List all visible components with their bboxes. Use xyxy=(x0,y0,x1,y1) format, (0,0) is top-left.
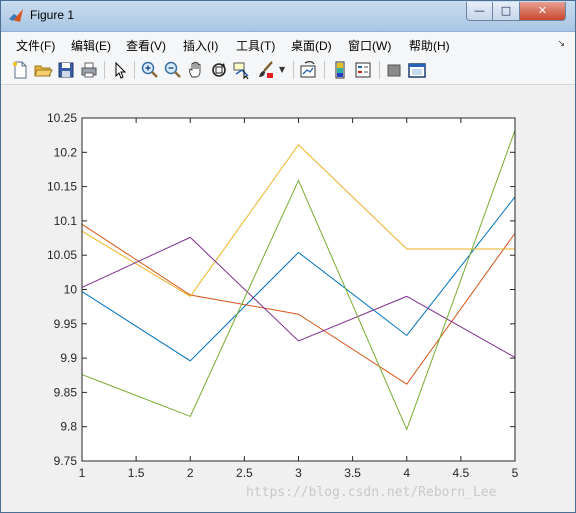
minimize-button[interactable]: — xyxy=(466,2,493,21)
open-file-icon[interactable] xyxy=(33,60,53,80)
y-tick-label: 10.05 xyxy=(47,248,77,262)
line-chart: 1 1.5 2 2.5 3 3.5 4 4.5 5 9.75 9.8 9.85 9.9 9.95 10 10.… xyxy=(47,111,519,480)
x-tick-label: 2 xyxy=(187,466,194,480)
y-tick-label: 9.75 xyxy=(54,454,78,468)
x-tick-label: 4.5 xyxy=(453,466,470,480)
toolbar: ▼ xyxy=(1,56,575,85)
y-tick-label: 10 xyxy=(64,283,78,297)
matlab-logo-icon xyxy=(9,9,23,22)
dock-arrow-icon[interactable]: ↘ xyxy=(557,38,565,49)
maximize-icon: □ xyxy=(500,4,512,17)
toolbar-separator xyxy=(134,61,135,79)
title-bar[interactable]: Figure 1 — □ ✕ xyxy=(1,1,575,32)
y-tick-label: 9.95 xyxy=(54,317,78,331)
show-plot-tools-icon[interactable] xyxy=(407,60,427,80)
toolbar-separator xyxy=(379,61,380,79)
y-tick-label: 10.2 xyxy=(54,145,78,159)
figure-canvas: 1 1.5 2 2.5 3 3.5 4 4.5 5 9.75 9.8 9.85 9.9 9.95 10 10.… xyxy=(1,85,575,512)
menu-window[interactable]: 窗口(W) xyxy=(348,37,391,54)
y-tick-label: 9.85 xyxy=(54,385,78,399)
close-icon: ✕ xyxy=(537,4,548,17)
x-tick-label: 1 xyxy=(79,466,86,480)
rotate-3d-icon[interactable] xyxy=(209,60,229,80)
y-tick-label: 9.9 xyxy=(60,351,77,365)
menu-desktop[interactable]: 桌面(D) xyxy=(291,37,332,54)
y-tick-label: 10.15 xyxy=(47,180,77,194)
hide-plot-tools-icon[interactable] xyxy=(384,60,404,80)
maximize-button[interactable]: □ xyxy=(493,2,520,21)
edit-plot-arrow-icon[interactable] xyxy=(110,60,130,80)
new-figure-icon[interactable] xyxy=(10,60,30,80)
colorbar-icon[interactable] xyxy=(330,60,350,80)
zoom-out-icon[interactable] xyxy=(163,60,183,80)
minimize-icon: — xyxy=(474,4,485,17)
figure-window: Figure 1 — □ ✕ 文件(F) 编辑(E) 查看(V) 插入(I) 工… xyxy=(0,0,576,513)
menu-bar: 文件(F) 编辑(E) 查看(V) 插入(I) 工具(T) 桌面(D) 窗口(W… xyxy=(1,32,575,56)
toolbar-separator xyxy=(293,61,294,79)
toolbar-separator xyxy=(104,61,105,79)
zoom-in-icon[interactable] xyxy=(140,60,160,80)
pan-hand-icon[interactable] xyxy=(186,60,206,80)
x-tick-label: 1.5 xyxy=(128,466,145,480)
close-button[interactable]: ✕ xyxy=(520,2,566,21)
x-tick-label: 2.5 xyxy=(236,466,253,480)
menu-help[interactable]: 帮助(H) xyxy=(409,37,450,54)
window-title: Figure 1 xyxy=(30,8,75,22)
brush-dropdown-icon[interactable]: ▼ xyxy=(279,65,285,74)
menu-view[interactable]: 查看(V) xyxy=(126,37,166,54)
legend-icon[interactable] xyxy=(353,60,373,80)
y-tick-label: 10.1 xyxy=(54,214,78,228)
plot-area xyxy=(82,118,515,461)
y-tick-label: 9.8 xyxy=(60,420,77,434)
data-cursor-icon[interactable] xyxy=(232,60,252,80)
y-tick-label: 10.25 xyxy=(47,111,77,125)
brush-icon[interactable] xyxy=(256,60,276,80)
print-icon[interactable] xyxy=(79,60,99,80)
x-tick-label: 3 xyxy=(295,466,302,480)
x-tick-label: 5 xyxy=(512,466,519,480)
menu-insert[interactable]: 插入(I) xyxy=(183,37,218,54)
toolbar-separator xyxy=(324,61,325,79)
menu-file[interactable]: 文件(F) xyxy=(16,37,55,54)
watermark-text: https://blog.csdn.net/Reborn_Lee xyxy=(246,485,497,500)
menu-edit[interactable]: 编辑(E) xyxy=(71,37,111,54)
x-tick-label: 4 xyxy=(403,466,410,480)
menu-tools[interactable]: 工具(T) xyxy=(236,37,275,54)
save-icon[interactable] xyxy=(56,60,76,80)
x-tick-label: 3.5 xyxy=(344,466,361,480)
link-plot-icon[interactable] xyxy=(299,60,319,80)
